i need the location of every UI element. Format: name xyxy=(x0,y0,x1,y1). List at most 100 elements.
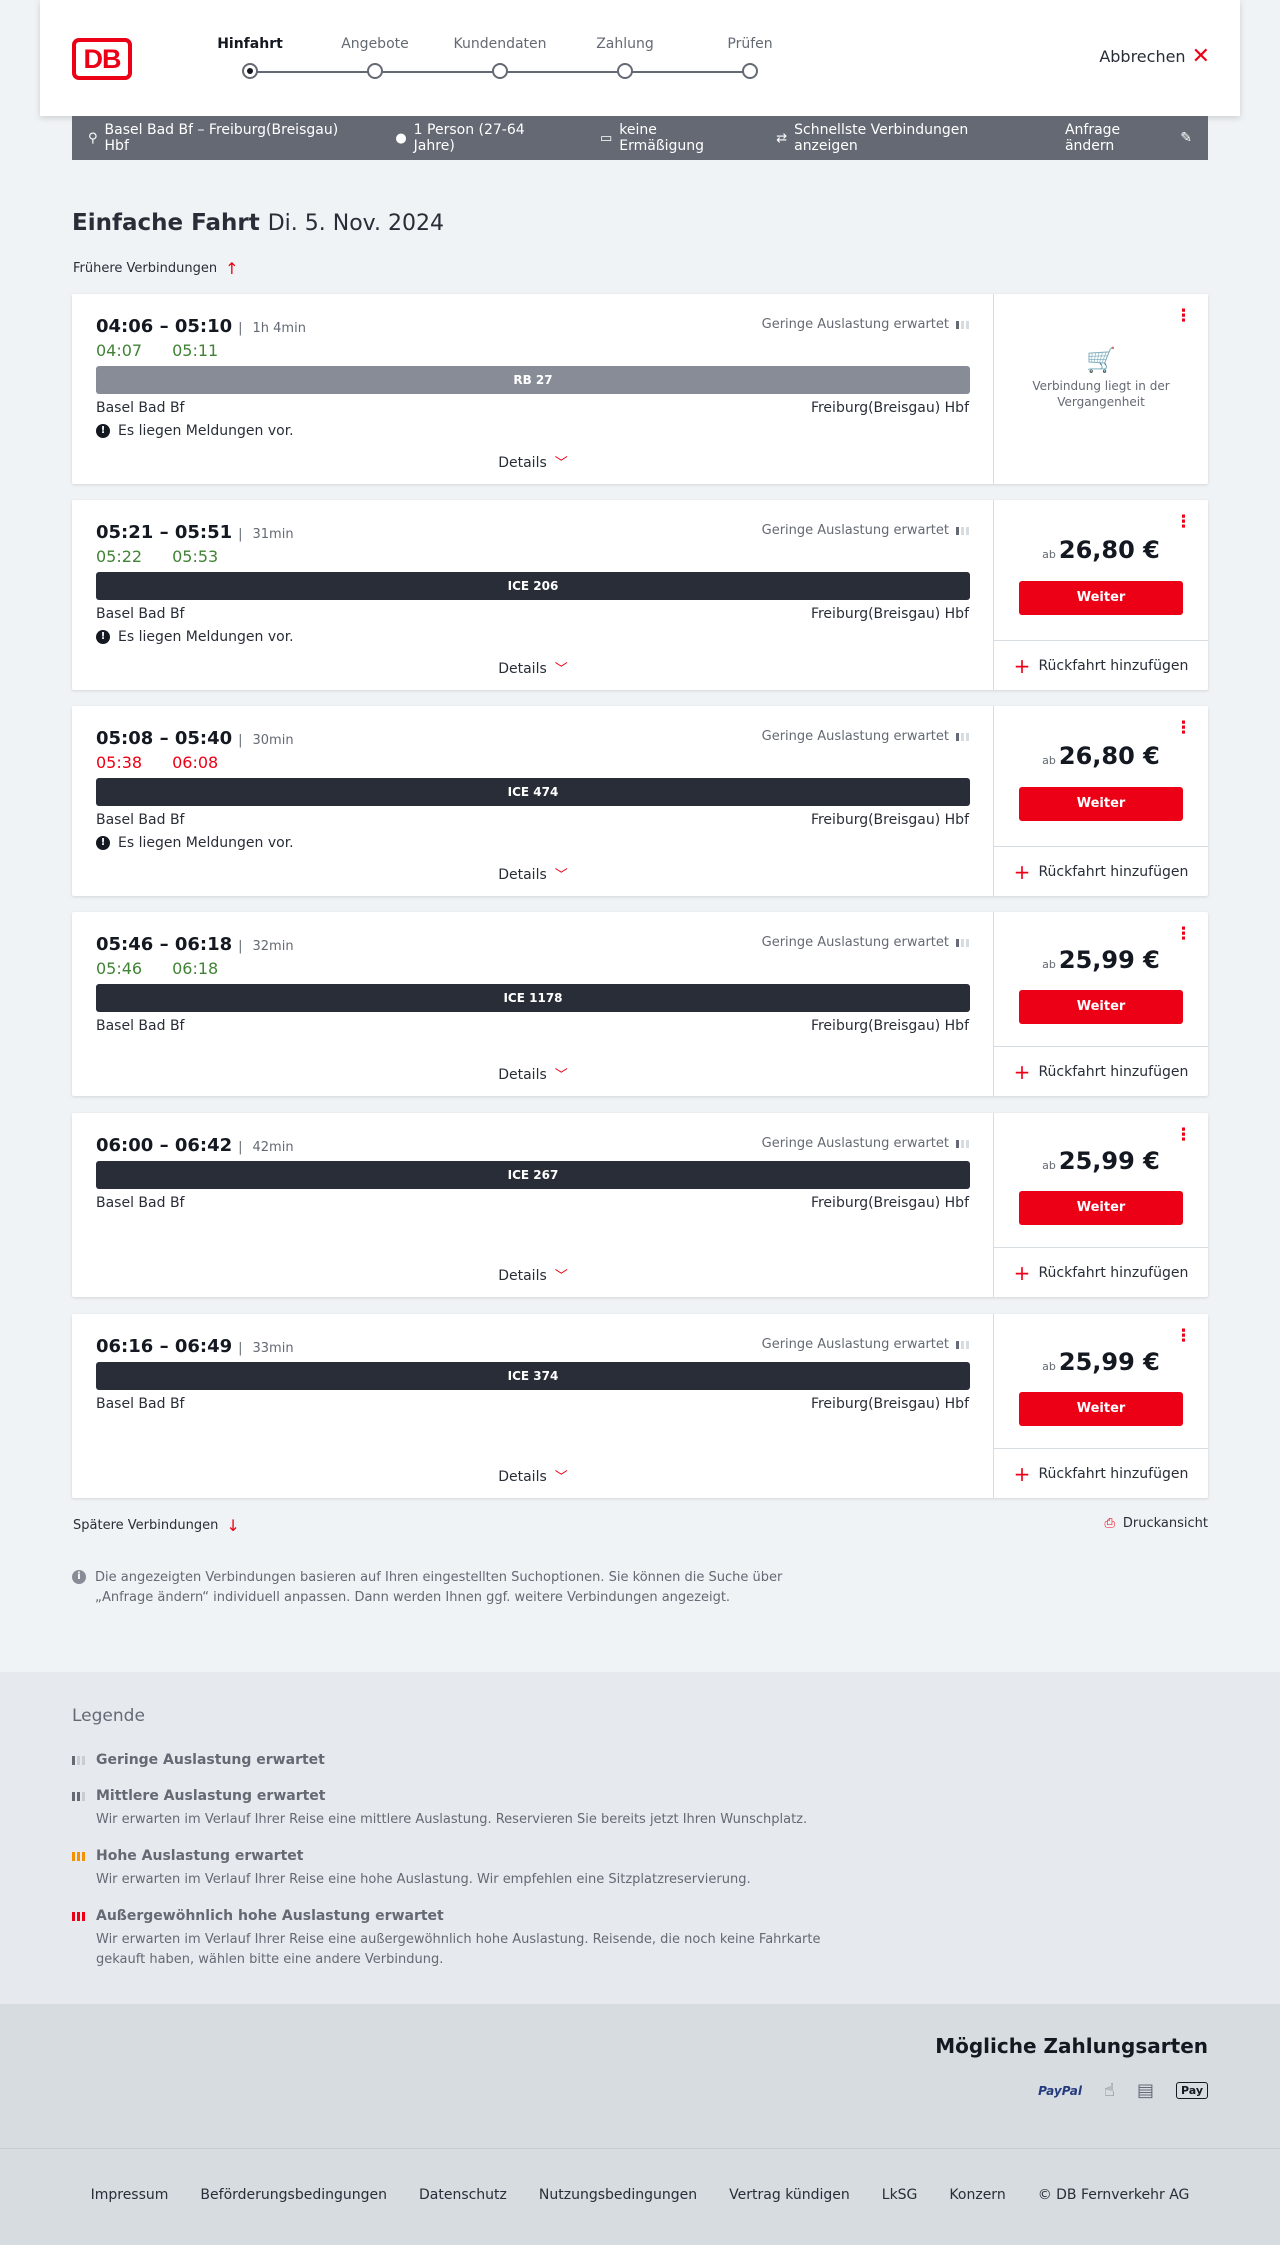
train-bar[interactable]: ICE 267 xyxy=(96,1161,970,1189)
train-bar[interactable]: ICE 1178 xyxy=(96,984,970,1012)
connection-card[interactable]: 04:06 – 05:10 1h 4min 04:07 05:11 Geringe … xyxy=(72,294,1208,484)
return-label: Rückfahrt hinzufügen xyxy=(1038,1465,1189,1482)
connection-times: 05:46 – 06:18 32min xyxy=(96,934,294,955)
add-return-trip-button[interactable]: + Rückfahrt hinzufügen xyxy=(994,1448,1208,1498)
change-request-button[interactable]: Anfrage ändern ✎ xyxy=(1065,122,1192,154)
connection-offer: ⋮ ab 25,99 € Weiter + Rückfahrt hinzufügen xyxy=(994,1314,1208,1498)
footer-link-vertrag-kuendigen[interactable]: Vertrag kündigen xyxy=(729,2187,850,2203)
discount-text: keine Ermäßigung xyxy=(619,122,705,154)
legend-item-title: Außergewöhnlich hohe Auslastung erwartet xyxy=(72,1908,872,1924)
connection-main: 05:21 – 05:51 31min 05:22 05:53 Geringe Au… xyxy=(72,500,994,690)
legend-title: Legende xyxy=(72,1706,145,1726)
details-toggle[interactable]: Details ﹀ xyxy=(72,1064,994,1083)
later-connections-link[interactable]: Spätere Verbindungen ↓ xyxy=(73,1516,240,1535)
step-dot xyxy=(367,63,383,79)
connection-offer: ⋮ 🛒 Verbindung liegt in der Vergangenheit xyxy=(994,294,1208,484)
footer-link-nutzungsbedingungen[interactable]: Nutzungsbedingungen xyxy=(539,2187,697,2203)
connection-card[interactable]: 05:08 – 05:40 30min 05:38 06:08 Geringe Au… xyxy=(72,706,1208,896)
connection-card[interactable]: 05:46 – 06:18 32min 05:46 06:18 Geringe Au… xyxy=(72,912,1208,1096)
more-options-icon[interactable]: ⋮ xyxy=(1175,308,1192,325)
apple-pay-label: Pay xyxy=(1180,2084,1203,2097)
continue-button[interactable]: Weiter xyxy=(1019,1392,1183,1426)
price-prefix: ab xyxy=(1042,1159,1056,1172)
origin-station: Basel Bad Bf xyxy=(96,1195,185,1211)
duration: 30min xyxy=(238,733,293,748)
legend-label: Hohe Auslastung erwartet xyxy=(96,1848,304,1864)
db-logo[interactable]: DB xyxy=(72,38,132,80)
arrow-down-icon: ↓ xyxy=(226,1516,240,1535)
payment-icons: PayPal ☝ ▤ Pay xyxy=(1038,2080,1208,2101)
load-low-icon xyxy=(956,1340,969,1349)
legend-item-extreme: Außergewöhnlich hohe Auslastung erwartet… xyxy=(72,1908,872,1970)
card-icon: ▭ xyxy=(599,130,613,146)
load-medium-icon xyxy=(72,1791,88,1801)
add-return-trip-button[interactable]: + Rückfahrt hinzufügen xyxy=(994,1247,1208,1297)
connection-card[interactable]: 05:21 – 05:51 31min 05:22 05:53 Geringe Au… xyxy=(72,500,1208,690)
plus-icon: + xyxy=(1013,1461,1031,1486)
details-label: Details xyxy=(498,867,547,883)
load-indicator: Geringe Auslastung erwartet xyxy=(762,317,969,332)
train-bar[interactable]: ICE 374 xyxy=(96,1362,970,1390)
continue-button[interactable]: Weiter xyxy=(1019,1191,1183,1225)
load-indicator: Geringe Auslastung erwartet xyxy=(762,1136,969,1151)
more-options-icon[interactable]: ⋮ xyxy=(1175,926,1192,943)
connection-card[interactable]: 06:00 – 06:42 42min Geringe Auslastung er… xyxy=(72,1113,1208,1297)
add-return-trip-button[interactable]: + Rückfahrt hinzufügen xyxy=(994,1046,1208,1096)
destination-station: Freiburg(Breisgau) Hbf xyxy=(810,1396,969,1412)
continue-button[interactable]: Weiter xyxy=(1019,990,1183,1024)
price: ab 26,80 € xyxy=(994,536,1208,564)
connection-main: 04:06 – 05:10 1h 4min 04:07 05:11 Geringe … xyxy=(72,294,994,484)
chevron-down-icon: ﹀ xyxy=(554,456,568,471)
footer-link-datenschutz[interactable]: Datenschutz xyxy=(419,2187,507,2203)
details-toggle[interactable]: Details ﹀ xyxy=(72,658,994,677)
cancel-button[interactable]: Abbrechen ✕ xyxy=(1099,45,1210,67)
payment-methods-section: Mögliche Zahlungsarten PayPal ☝ ▤ Pay xyxy=(0,2004,1280,2148)
more-options-icon[interactable]: ⋮ xyxy=(1175,1328,1192,1345)
more-options-icon[interactable]: ⋮ xyxy=(1175,1127,1192,1144)
times-text: 04:06 – 05:10 xyxy=(96,316,233,337)
footer-link-lksg[interactable]: LkSG xyxy=(882,2187,918,2203)
alert-icon: ! xyxy=(96,836,110,850)
header: DB Hinfahrt Angebote Kundendaten Zahlung… xyxy=(40,0,1240,116)
add-return-trip-button[interactable]: + Rückfahrt hinzufügen xyxy=(994,640,1208,690)
return-label: Rückfahrt hinzufügen xyxy=(1038,863,1189,880)
train-bar[interactable]: ICE 474 xyxy=(96,778,970,806)
add-return-trip-button[interactable]: + Rückfahrt hinzufügen xyxy=(994,846,1208,896)
times-text: 05:46 – 06:18 xyxy=(96,934,233,955)
sepa-invoice-icon: ▤ xyxy=(1136,2080,1154,2101)
change-label: Anfrage ändern xyxy=(1064,122,1121,154)
connection-card[interactable]: 06:16 – 06:49 33min Geringe Auslastung er… xyxy=(72,1314,1208,1498)
details-toggle[interactable]: Details ﹀ xyxy=(72,1265,994,1284)
load-low-icon xyxy=(72,1755,88,1765)
times-text: 05:21 – 05:51 xyxy=(96,522,233,543)
alert-icon: ! xyxy=(96,424,110,438)
legend-item-low: Geringe Auslastung erwartet xyxy=(72,1752,872,1768)
continue-button[interactable]: Weiter xyxy=(1019,787,1183,821)
return-label: Rückfahrt hinzufügen xyxy=(1038,657,1189,674)
legend-item-medium: Mittlere Auslastung erwartet Wir erwarte… xyxy=(72,1788,872,1830)
chevron-down-icon: ﹀ xyxy=(554,662,568,677)
footer-link-impressum[interactable]: Impressum xyxy=(91,2187,169,2203)
load-text: Geringe Auslastung erwartet xyxy=(761,317,949,332)
continue-button[interactable]: Weiter xyxy=(1019,581,1183,615)
print-view-link[interactable]: ⎙ Druckansicht xyxy=(1104,1516,1208,1531)
alert-icon: ! xyxy=(96,630,110,644)
footer-link-befoerderungsbedingungen[interactable]: Beförderungsbedingungen xyxy=(200,2187,387,2203)
details-toggle[interactable]: Details ﹀ xyxy=(72,452,994,471)
train-bar[interactable]: ICE 206 xyxy=(96,572,970,600)
earlier-connections-link[interactable]: Frühere Verbindungen ↑ xyxy=(73,259,239,278)
train-bar[interactable]: RB 27 xyxy=(96,366,970,394)
load-indicator: Geringe Auslastung erwartet xyxy=(762,935,969,950)
plus-icon: + xyxy=(1013,1059,1031,1084)
message-notice: ! Es liegen Meldungen vor. xyxy=(96,423,294,439)
details-toggle[interactable]: Details ﹀ xyxy=(72,864,994,883)
more-options-icon[interactable]: ⋮ xyxy=(1175,720,1192,737)
footer: Impressum Beförderungsbedingungen Datens… xyxy=(0,2148,1280,2245)
message-text: Es liegen Meldungen vor. xyxy=(118,629,294,645)
duration: 32min xyxy=(238,939,293,954)
details-toggle[interactable]: Details ﹀ xyxy=(72,1466,994,1485)
printer-icon: ⎙ xyxy=(1104,1516,1115,1531)
more-options-icon[interactable]: ⋮ xyxy=(1175,514,1192,531)
print-label: Druckansicht xyxy=(1122,1516,1208,1531)
footer-link-konzern[interactable]: Konzern xyxy=(949,2187,1005,2203)
